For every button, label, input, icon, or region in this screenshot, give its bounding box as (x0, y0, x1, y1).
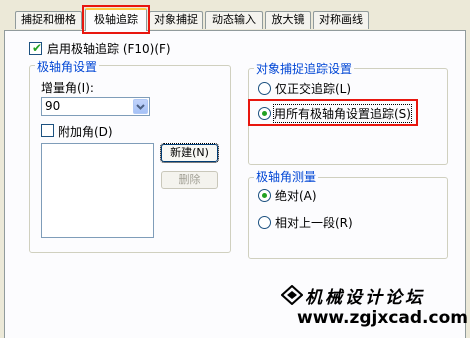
watermark-name: 机械设计论坛 (305, 288, 425, 308)
watermark-logo-icon (281, 285, 303, 305)
orthogonal-only-radio[interactable] (258, 82, 271, 95)
tab-strip: 捕捉和栅格 极轴追踪 对象捕捉 动态输入 放大镜 对称画线 (0, 0, 470, 31)
tab-polar-tracking[interactable]: 极轴追踪 (85, 8, 147, 31)
additional-angles-checkbox[interactable] (41, 124, 54, 137)
check-mark-icon: ✔ (32, 41, 43, 55)
all-polar-angles-radio[interactable] (258, 107, 271, 120)
tab-symmetric-line[interactable]: 对称画线 (313, 11, 369, 29)
increment-angle-value: 90 (45, 99, 61, 113)
absolute-radio[interactable] (258, 189, 271, 202)
new-angle-button[interactable]: 新建(N) (160, 143, 219, 163)
object-snap-tracking-title: 对象捕捉追踪设置 (254, 60, 355, 77)
tab-object-snap[interactable]: 对象捕捉 (149, 11, 203, 29)
enable-polar-checkbox[interactable]: ✔ (29, 41, 43, 55)
relative-radio[interactable] (258, 216, 271, 229)
chevron-down-icon (136, 104, 145, 110)
enable-polar-label: 启用极轴追踪 (F10)(F) (47, 42, 171, 56)
additional-angles-label: 附加角(D) (58, 125, 113, 139)
polar-angle-measurement-title: 极轴角测量 (254, 168, 319, 185)
all-polar-angles-label: 用所有极轴角设置追踪(S) (273, 104, 412, 123)
radio-selected-dot (262, 193, 267, 198)
watermark-url: www.zgjxcad.com (297, 308, 468, 328)
increment-angle-select[interactable]: 90 (41, 97, 150, 116)
absolute-label: 绝对(A) (275, 189, 317, 203)
additional-angles-list[interactable] (41, 143, 154, 238)
tab-dynamic-input[interactable]: 动态输入 (205, 11, 263, 29)
increment-angle-label: 增量角(I): (41, 81, 94, 95)
relative-label: 相对上一段(R) (275, 216, 353, 230)
polar-angle-settings-title: 极轴角设置 (35, 58, 100, 75)
dropdown-button[interactable] (133, 99, 148, 114)
tab-snap-grid[interactable]: 捕捉和栅格 (15, 11, 82, 29)
tab-magnifier[interactable]: 放大镜 (265, 11, 311, 29)
radio-selected-dot (262, 111, 267, 116)
delete-angle-button[interactable]: 删除 (161, 171, 218, 189)
orthogonal-only-label: 仅正交追踪(L) (275, 82, 352, 96)
